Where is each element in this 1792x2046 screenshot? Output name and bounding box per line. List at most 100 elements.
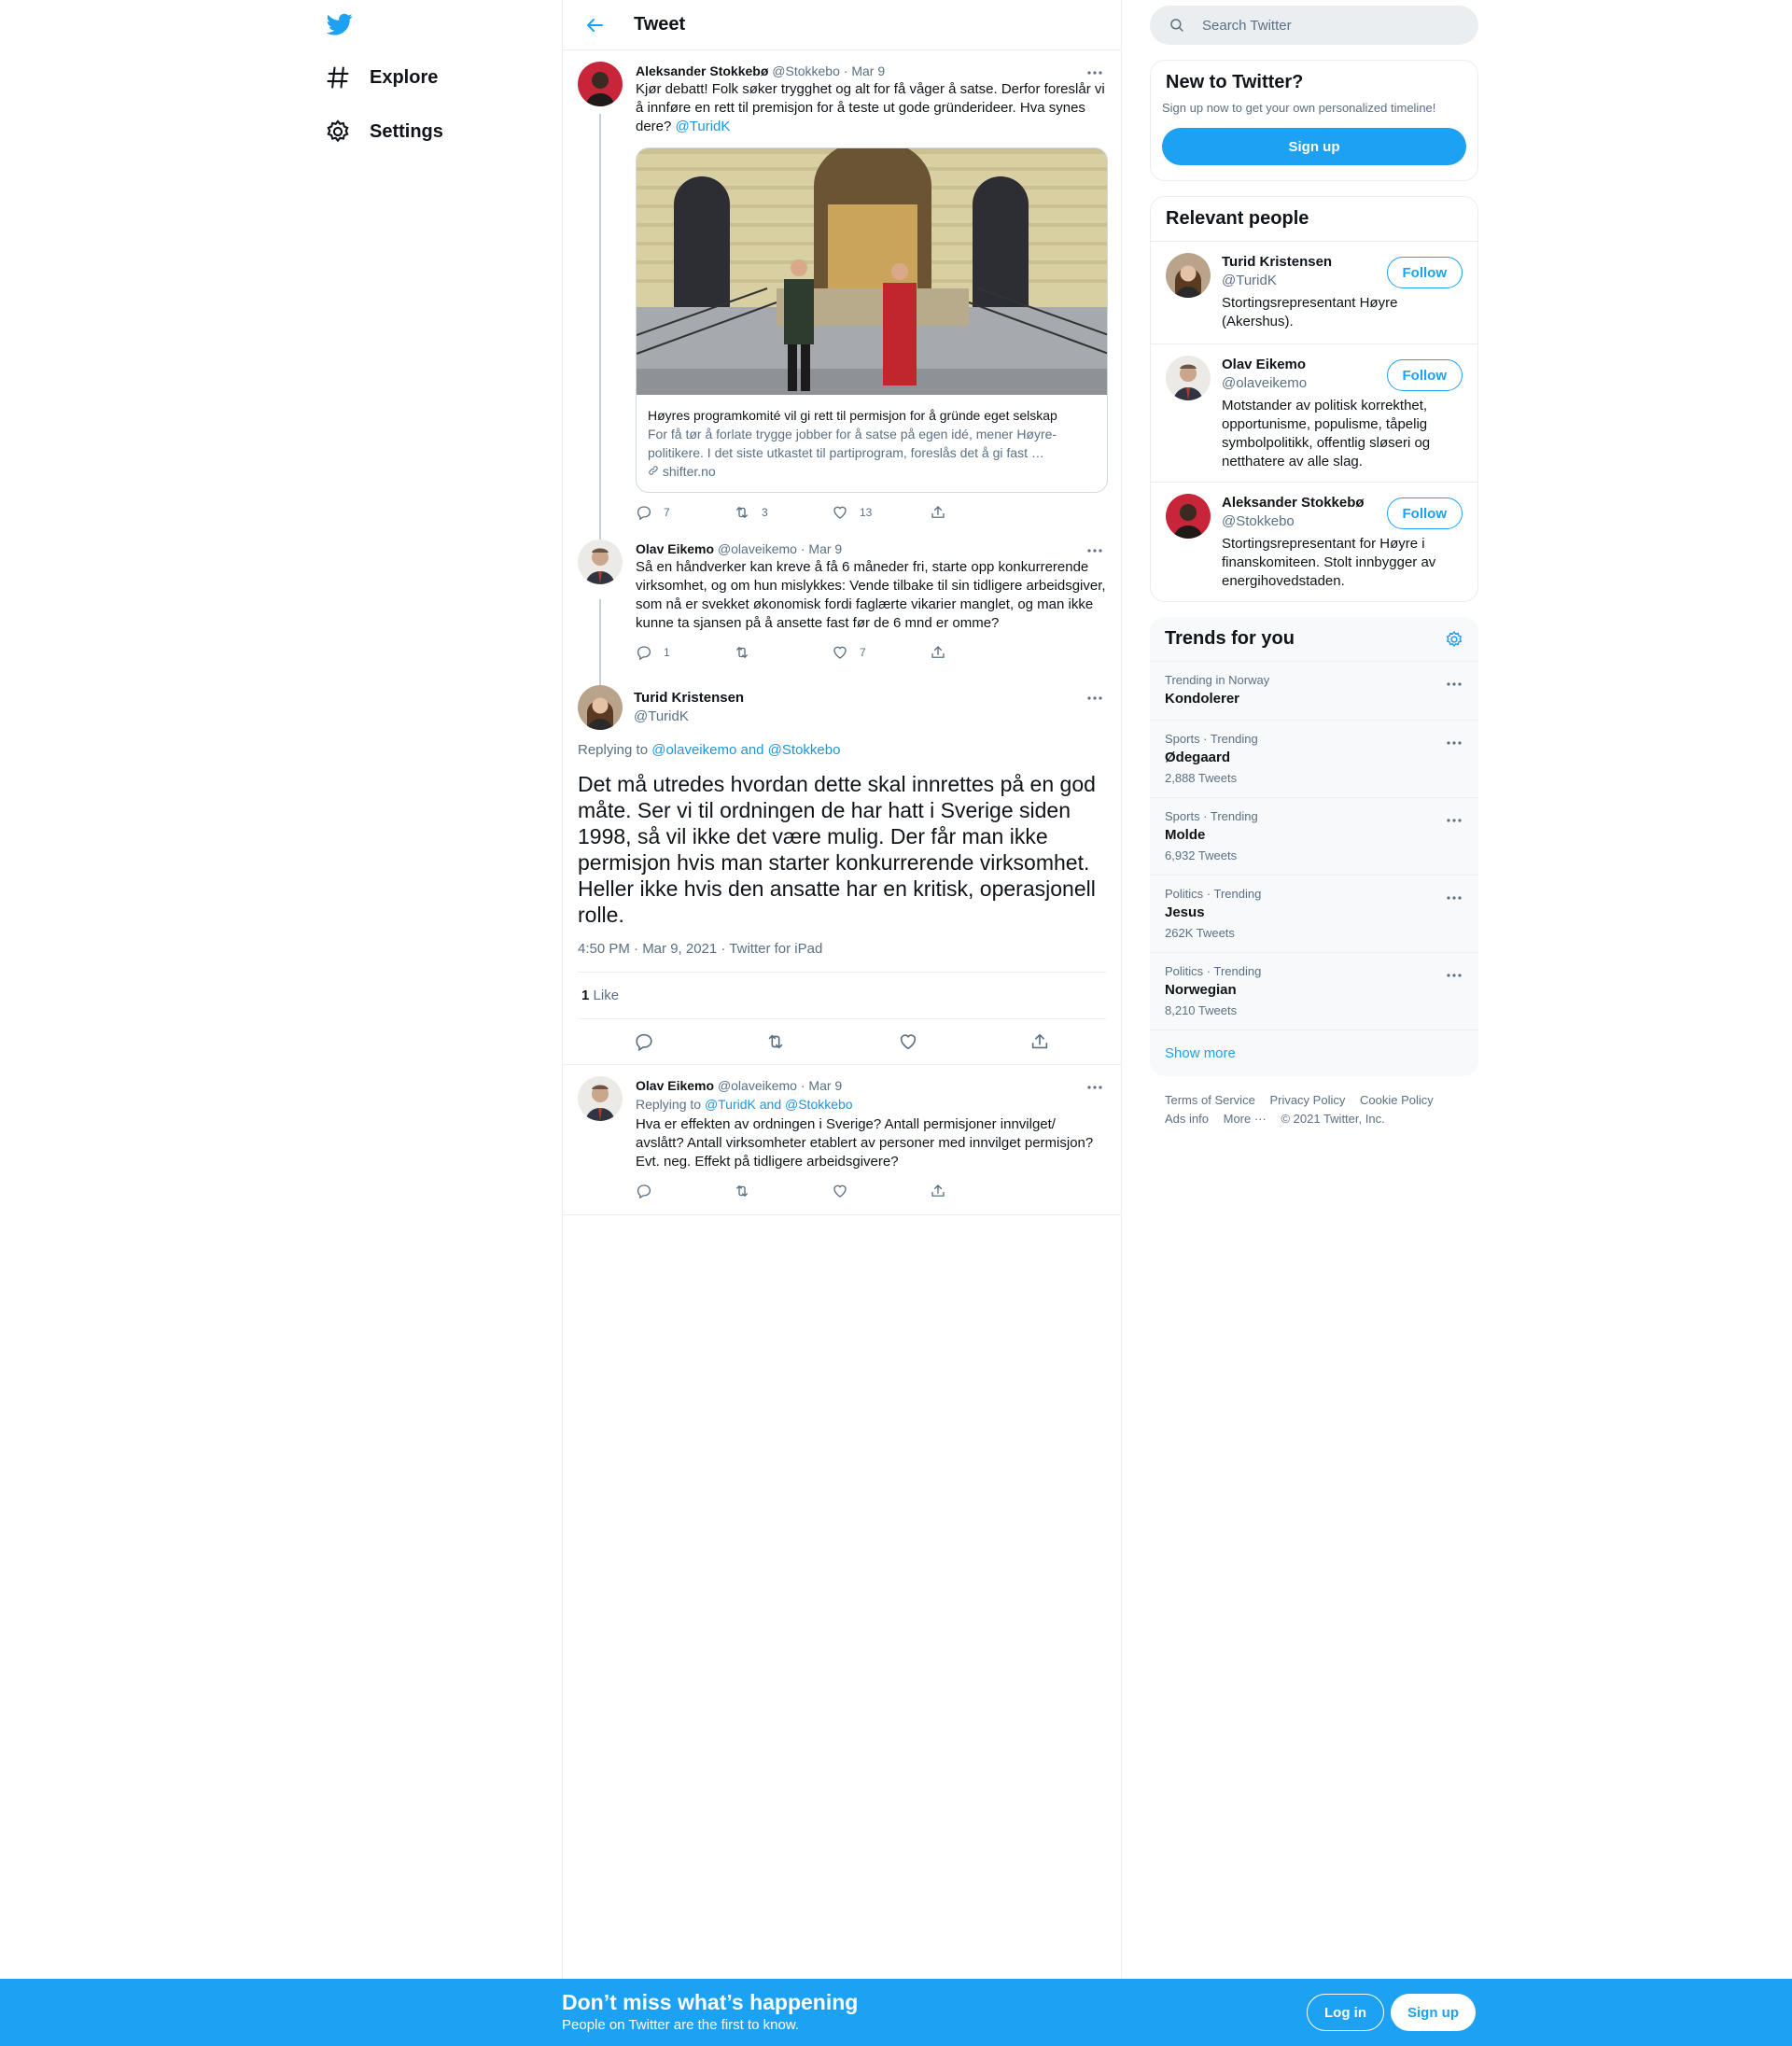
more-options-icon[interactable] [1085,63,1104,82]
author-handle[interactable]: @TuridK [634,708,744,726]
search-box[interactable] [1150,6,1478,45]
follow-button[interactable]: Follow [1386,497,1463,529]
privacy-link[interactable]: Privacy Policy [1269,1093,1345,1107]
thread-tweet[interactable]: Olav Eikemo @olaveikemo · Mar 9 Så en hå… [563,528,1121,678]
trend-item[interactable]: Politics · Trending Jesus 262K Tweets [1150,875,1478,952]
relevant-people-panel: Relevant people Turid Kristensen @TuridK… [1150,196,1478,602]
gear-icon [327,119,349,143]
retweet-button[interactable] [734,1183,832,1199]
share-button[interactable] [930,504,1028,521]
page-title: Tweet [634,14,686,35]
cookie-link[interactable]: Cookie Policy [1360,1093,1434,1107]
relevant-people-title: Relevant people [1166,208,1309,229]
trend-item[interactable]: Sports · Trending Molde 6,932 Tweets [1150,797,1478,875]
like-button[interactable]: 13 [832,504,930,521]
more-options-icon[interactable] [1445,734,1463,752]
show-more-link[interactable]: Show more [1150,1030,1478,1076]
more-options-icon[interactable] [1445,675,1463,694]
person-name[interactable]: Aleksander Stokkebø [1222,494,1390,512]
reply-tweet[interactable]: Olav Eikemo @olaveikemo · Mar 9 Replying… [563,1064,1121,1215]
login-button[interactable]: Log in [1307,1994,1384,2031]
avatar[interactable] [1166,494,1211,539]
more-link[interactable]: More ··· [1224,1112,1267,1126]
trend-item[interactable]: Politics · Trending Norwegian 8,210 Twee… [1150,952,1478,1030]
tweet-date[interactable]: · Mar 9 [801,541,842,556]
reply-icon[interactable] [634,1031,654,1052]
replying-users-link[interactable]: @olaveikemo and @Stokkebo [651,742,840,758]
replying-prefix: Replying to [636,1097,702,1112]
mention-link[interactable]: @TuridK [676,119,731,134]
avatar[interactable] [578,1076,623,1121]
new-to-twitter-panel: New to Twitter? Sign up now to get your … [1150,60,1478,181]
person-handle[interactable]: @Stokkebo [1222,512,1390,531]
retweet-icon [736,647,748,658]
like-stats[interactable]: 1 Like [578,973,1106,1019]
link-card[interactable]: Høyres programkomité vil gi rett til per… [636,147,1108,493]
nav-settings[interactable]: Settings [325,108,443,155]
tweet-date[interactable]: · Mar 9 [844,63,885,78]
sidebar-signup-button[interactable]: Sign up [1162,128,1466,165]
thread-tweet[interactable]: Aleksander Stokkebø @Stokkebo · Mar 9 Kj… [563,50,1121,528]
follow-button[interactable]: Follow [1386,359,1463,391]
more-options-icon[interactable] [1085,541,1104,560]
terms-link[interactable]: Terms of Service [1165,1093,1255,1107]
like-button[interactable]: 7 [832,644,930,661]
retweet-button[interactable]: 3 [734,504,832,521]
person-item[interactable]: Aleksander Stokkebø @Stokkebo Stortingsr… [1151,482,1477,601]
person-name[interactable]: Olav Eikemo [1222,356,1390,374]
trend-item[interactable]: Trending in Norway Kondolerer [1150,661,1478,720]
author-name[interactable]: Aleksander Stokkebø [636,63,768,78]
more-options-icon[interactable] [1085,1078,1104,1097]
share-icon[interactable] [1029,1031,1050,1052]
person-item[interactable]: Turid Kristensen @TuridK Stortingsrepres… [1151,241,1477,343]
person-handle[interactable]: @TuridK [1222,272,1390,290]
person-name[interactable]: Turid Kristensen [1222,253,1390,272]
retweet-icon[interactable] [765,1031,786,1052]
person-item[interactable]: Olav Eikemo @olaveikemo Motstander av po… [1151,343,1477,482]
replying-to: Replying to @olaveikemo and @Stokkebo [578,741,1106,760]
reply-button[interactable] [636,1183,734,1199]
share-button[interactable] [930,644,1028,661]
like-count: 13 [860,506,873,519]
reply-count: 7 [664,506,670,519]
nav-explore[interactable]: Explore [325,54,438,101]
tweet-timestamp[interactable]: 4:50 PM · Mar 9, 2021 · Twitter for iPad [578,941,1106,973]
author-handle[interactable]: @olaveikemo [718,541,797,556]
person-handle[interactable]: @olaveikemo [1222,374,1390,393]
avatar[interactable] [1166,356,1211,400]
avatar[interactable] [578,62,623,106]
author-name[interactable]: Olav Eikemo [636,1078,714,1093]
reply-button[interactable]: 7 [636,504,734,521]
banner-subtitle: People on Twitter are the first to know. [562,2017,800,2033]
avatar[interactable] [1166,253,1211,298]
tweet-date[interactable]: · Mar 9 [801,1078,842,1093]
trend-item[interactable]: Sports · Trending Ødegaard 2,888 Tweets [1150,720,1478,797]
replying-users-link[interactable]: @TuridK and @Stokkebo [705,1097,853,1112]
retweet-button[interactable] [734,644,832,661]
heart-icon [833,506,847,519]
author-name[interactable]: Olav Eikemo [636,541,714,556]
follow-button[interactable]: Follow [1386,257,1463,288]
right-sidebar: New to Twitter? Sign up now to get your … [1150,0,1478,1143]
search-input[interactable] [1202,17,1445,34]
twitter-logo-icon[interactable] [325,11,355,37]
signup-button[interactable]: Sign up [1391,1994,1476,2031]
heart-icon[interactable] [898,1031,918,1052]
copyright: © 2021 Twitter, Inc. [1281,1112,1385,1126]
more-options-icon[interactable] [1445,811,1463,830]
like-button[interactable] [832,1183,930,1199]
reply-button[interactable]: 1 [636,644,734,661]
author-handle[interactable]: @olaveikemo [718,1078,797,1093]
more-options-icon[interactable] [1085,689,1104,708]
back-arrow-icon[interactable] [583,14,606,36]
author-name[interactable]: Turid Kristensen [634,689,744,708]
ads-info-link[interactable]: Ads info [1165,1112,1209,1126]
more-options-icon[interactable] [1445,889,1463,907]
share-button[interactable] [930,1183,1028,1199]
more-options-icon[interactable] [1445,966,1463,985]
author-handle[interactable]: @Stokkebo [772,63,840,78]
avatar[interactable] [578,685,623,730]
gear-icon[interactable] [1445,630,1463,649]
avatar[interactable] [578,540,623,584]
card-title: Høyres programkomité vil gi rett til per… [648,408,1057,423]
